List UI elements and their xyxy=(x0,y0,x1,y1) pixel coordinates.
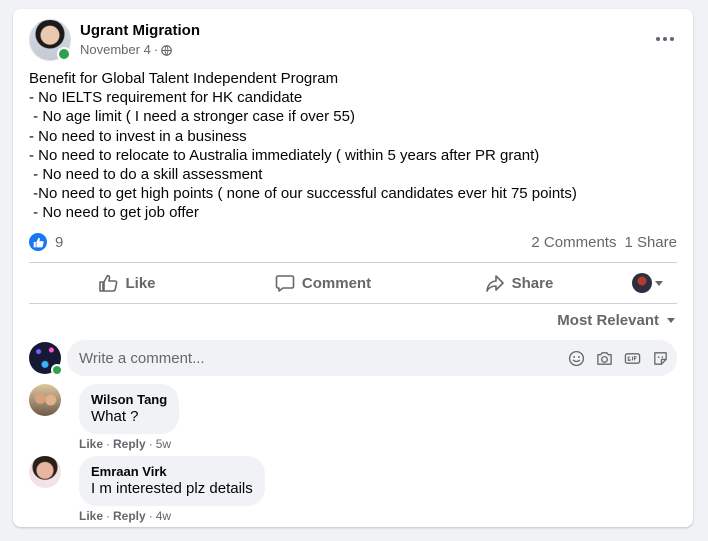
more-options-button[interactable] xyxy=(651,27,679,51)
comments-count-link[interactable]: 2 Comments xyxy=(531,234,616,251)
thumbs-up-icon xyxy=(99,274,118,292)
separator: · xyxy=(148,437,153,451)
composer-tools xyxy=(568,350,669,367)
gif-icon[interactable] xyxy=(624,350,641,367)
post-line: - No need to get job offer xyxy=(29,204,199,222)
divider-bottom xyxy=(29,303,677,304)
post-body: Benefit for Global Talent Independent Pr… xyxy=(29,69,679,223)
comment-text: I m interested plz details xyxy=(91,480,253,497)
shares-count-link[interactable]: 1 Share xyxy=(624,234,677,251)
post-header: Ugrant Migration November 4 · xyxy=(29,19,200,61)
reaction-count: 9 xyxy=(55,233,64,251)
comment-text: What ? xyxy=(91,408,139,425)
comment-like-link[interactable]: Like xyxy=(79,437,103,451)
comment-actions: Like · Reply · 4w xyxy=(79,509,171,523)
commenter-avatar[interactable] xyxy=(29,384,61,416)
commenter-name[interactable]: Emraan Virk xyxy=(91,464,253,480)
like-reaction-icon xyxy=(29,233,47,251)
comment-item: Wilson Tang What ? xyxy=(29,384,180,434)
share-icon xyxy=(485,275,504,292)
comment-composer: Write a comment... xyxy=(29,340,677,376)
comment-button-label: Comment xyxy=(301,274,372,292)
action-bar: Like Comment Share xyxy=(29,263,677,303)
meta-separator: · xyxy=(153,42,159,57)
author-name[interactable]: Ugrant Migration xyxy=(80,21,200,41)
current-user-avatar[interactable] xyxy=(29,342,63,376)
comment-bubble: Emraan Virk I m interested plz details xyxy=(79,456,265,506)
sort-label: Most Relevant xyxy=(557,312,659,329)
reactions-summary[interactable]: 9 xyxy=(29,233,63,251)
profile-avatar xyxy=(631,273,652,293)
camera-icon[interactable] xyxy=(596,350,613,367)
post-line: - No need to do a skill assessment xyxy=(29,166,263,184)
post-line: - No need to invest in a business xyxy=(29,127,247,145)
share-button-label: Share xyxy=(511,274,554,292)
post-stats: 9 2 Comments 1 Share xyxy=(29,231,677,253)
author-avatar[interactable] xyxy=(29,19,71,61)
comment-input[interactable]: Write a comment... xyxy=(67,340,677,376)
emoji-icon[interactable] xyxy=(568,350,585,367)
comment-sort-dropdown[interactable]: Most Relevant xyxy=(557,312,675,329)
chevron-down-icon xyxy=(654,280,663,286)
chevron-down-icon xyxy=(667,318,675,323)
online-status-dot xyxy=(51,364,63,376)
comment-button[interactable]: Comment xyxy=(225,265,421,301)
post-date[interactable]: November 4 xyxy=(80,41,151,59)
sticker-icon[interactable] xyxy=(652,350,669,367)
separator: · xyxy=(106,437,111,451)
post-line: -No need to get high points ( none of ou… xyxy=(29,185,577,203)
like-button-label: Like xyxy=(125,274,156,292)
comment-placeholder: Write a comment... xyxy=(79,349,205,367)
comment-bubble: Wilson Tang What ? xyxy=(79,384,180,434)
share-button[interactable]: Share xyxy=(421,265,617,301)
comment-reply-link[interactable]: Reply xyxy=(113,437,146,451)
more-options-icon xyxy=(656,37,660,41)
commenter-name[interactable]: Wilson Tang xyxy=(91,392,167,408)
comment-item: Emraan Virk I m interested plz details xyxy=(29,456,265,506)
post-line: - No age limit ( I need a stronger case … xyxy=(29,108,355,126)
comment-reply-link[interactable]: Reply xyxy=(113,509,146,523)
like-button[interactable]: Like xyxy=(29,265,225,301)
globe-icon xyxy=(161,44,173,56)
post-line: Benefit for Global Talent Independent Pr… xyxy=(29,70,339,87)
post-card: Ugrant Migration November 4 · Benefit fo… xyxy=(13,9,693,527)
post-as-selector[interactable] xyxy=(617,273,677,293)
comment-like-link[interactable]: Like xyxy=(79,509,103,523)
comment-timestamp[interactable]: 5w xyxy=(156,437,171,451)
commenter-avatar[interactable] xyxy=(29,456,61,488)
engagement-stats: 2 Comments 1 Share xyxy=(531,234,677,251)
post-meta: November 4 · xyxy=(80,41,200,59)
author-block: Ugrant Migration November 4 · xyxy=(80,21,200,59)
online-status-dot xyxy=(57,47,71,61)
comment-actions: Like · Reply · 5w xyxy=(79,437,171,451)
post-line: - No need to relocate to Australia immed… xyxy=(29,146,540,164)
post-line: - No IELTS requirement for HK candidate xyxy=(29,89,303,107)
comment-icon xyxy=(275,275,295,292)
comment-timestamp[interactable]: 4w xyxy=(156,509,171,523)
separator: · xyxy=(106,509,111,523)
separator: · xyxy=(148,509,153,523)
